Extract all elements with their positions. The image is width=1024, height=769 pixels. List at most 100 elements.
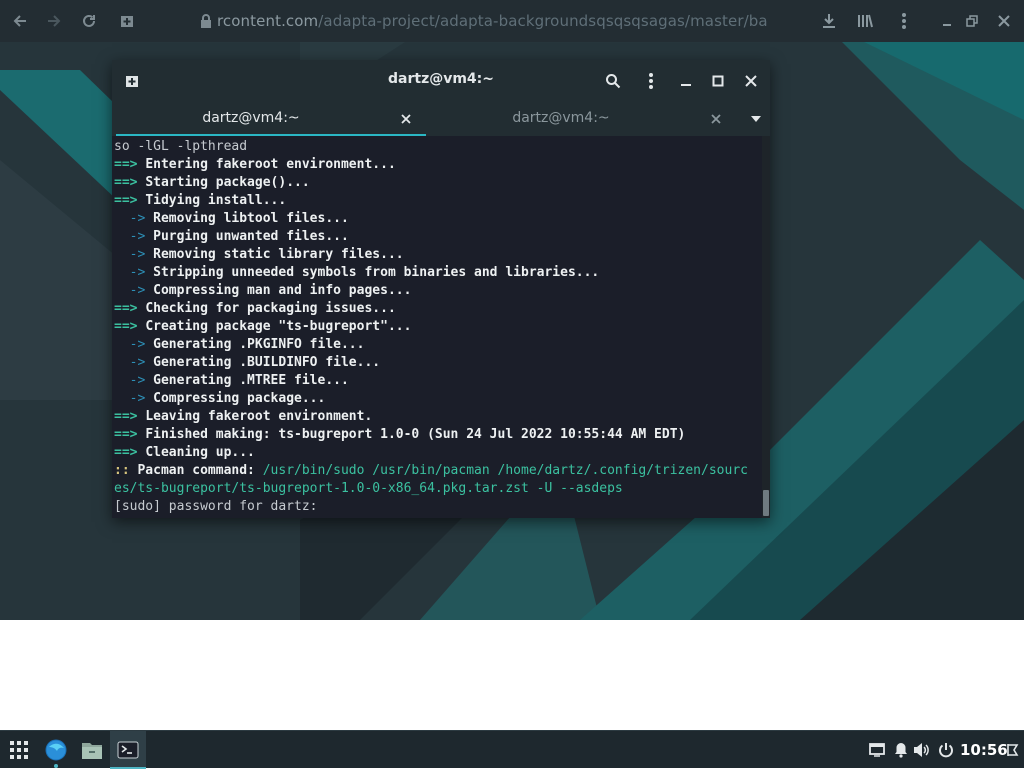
clock[interactable]: 10:56 [960, 741, 1008, 759]
terminal-titlebar[interactable]: dartz@vm4:~ [112, 60, 770, 102]
terminal-text-segment: Compressing package... [153, 391, 326, 406]
reload-icon[interactable] [77, 9, 101, 33]
tab-bar: dartz@vm4:~ dartz@vm4:~ [112, 102, 770, 136]
terminal-line: ==> Tidying install... [114, 192, 762, 210]
terminal-window: dartz@vm4:~ dartz@vm4:~ dartz@vm4:~ so -… [112, 60, 770, 518]
terminal-text-segment: -> [114, 265, 154, 280]
url-field[interactable]: rcontent.com/adapta-project/adapta-backg… [217, 12, 767, 30]
nav-back-icon[interactable] [8, 9, 32, 33]
files-icon[interactable] [76, 731, 108, 769]
terminal-text-segment: -> [114, 391, 154, 406]
terminal-line: ==> Checking for packaging issues... [114, 300, 762, 318]
search-icon[interactable] [601, 69, 625, 93]
terminal-text-segment: -> [114, 229, 154, 244]
terminal-text-segment: -> [114, 355, 154, 370]
scrollbar[interactable] [762, 136, 770, 518]
terminal-text-segment: Finished making: ts-bugreport 1.0-0 (Sun… [145, 427, 686, 442]
terminal-line: :: Pacman command: /usr/bin/sudo /usr/bi… [114, 462, 762, 480]
chevron-down-icon[interactable] [746, 111, 766, 127]
terminal-taskbar-button[interactable] [110, 731, 146, 769]
terminal-text-segment: Stripping unneeded symbols from binaries… [153, 265, 600, 280]
close-icon[interactable] [708, 111, 724, 127]
tab-label: dartz@vm4:~ [202, 110, 300, 126]
terminal-line: -> Compressing man and info pages... [114, 282, 762, 300]
kebab-menu-icon[interactable] [639, 69, 663, 93]
terminal-line: ==> Creating package "ts-bugreport"... [114, 318, 762, 336]
scrollbar-thumb[interactable] [763, 490, 769, 516]
terminal-text-segment: Generating .MTREE file... [153, 373, 349, 388]
terminal-text-segment: Purging unwanted files... [153, 229, 349, 244]
terminal-text-segment: -> [114, 337, 154, 352]
terminal-text-segment: :: [114, 463, 138, 478]
desktop-peek-icon[interactable] [1004, 741, 1022, 759]
terminal-text-segment: [sudo] password for dartz: [114, 499, 326, 514]
terminal-line: -> Stripping unneeded symbols from binar… [114, 264, 762, 282]
terminal-text-segment: Generating .PKGINFO file... [153, 337, 365, 352]
empty-desktop-area [0, 620, 1024, 730]
terminal-text-segment: ==> [114, 427, 146, 442]
terminal-text-segment: es/ts-bugreport/ts-bugreport-1.0-0-x86_6… [114, 481, 623, 496]
terminal-text-segment: so -lGL -lpthread [114, 139, 248, 154]
terminal-text-segment: -> [114, 283, 154, 298]
terminal-icon [117, 741, 139, 759]
terminal-text-segment: -> [114, 247, 154, 262]
url-host: rcontent.com [217, 12, 319, 30]
close-icon[interactable] [992, 9, 1016, 33]
terminal-line: so -lGL -lpthread [114, 138, 762, 156]
bell-icon[interactable] [892, 741, 910, 759]
running-indicator [54, 764, 58, 768]
terminal-text-segment: Generating .BUILDINFO file... [153, 355, 381, 370]
terminal-text-segment: ==> [114, 445, 146, 460]
terminal-text-segment: ==> [114, 319, 146, 334]
lock-icon [194, 9, 218, 33]
power-icon[interactable] [937, 741, 955, 759]
terminal-text-segment: ==> [114, 409, 146, 424]
close-icon[interactable] [398, 111, 414, 127]
terminal-text-segment: Cleaning up... [145, 445, 255, 460]
minimize-icon[interactable] [674, 69, 698, 93]
terminal-text-segment: Starting package()... [145, 175, 310, 190]
url-path: /adapta-project/adapta-backgroundsqsqsqs… [318, 12, 767, 30]
terminal-text-segment: Creating package "ts-bugreport"... [145, 319, 412, 334]
terminal-text-segment: ==> [114, 193, 146, 208]
nav-forward-icon[interactable] [42, 9, 66, 33]
close-icon[interactable] [739, 69, 763, 93]
minimize-icon[interactable] [935, 9, 959, 33]
terminal-line: ==> Starting package()... [114, 174, 762, 192]
terminal-text-segment: Removing static library files... [153, 247, 404, 262]
app-grid-icon[interactable] [4, 731, 34, 769]
terminal-text-segment: Checking for packaging issues... [145, 301, 396, 316]
terminal-line: -> Purging unwanted files... [114, 228, 762, 246]
kebab-menu-icon[interactable] [892, 9, 916, 33]
terminal-text-segment: -> [114, 211, 154, 226]
terminal-line: -> Generating .PKGINFO file... [114, 336, 762, 354]
terminal-line: es/ts-bugreport/ts-bugreport-1.0-0-x86_6… [114, 480, 762, 498]
tab-label: dartz@vm4:~ [512, 110, 610, 126]
terminal-text-segment: Entering fakeroot environment... [145, 157, 396, 172]
terminal-line: -> Generating .MTREE file... [114, 372, 762, 390]
download-icon[interactable] [817, 9, 841, 33]
terminal-text-segment: Compressing man and info pages... [153, 283, 412, 298]
terminal-text-segment: Removing libtool files... [153, 211, 349, 226]
terminal-line: ==> Leaving fakeroot environment. [114, 408, 762, 426]
library-icon[interactable] [853, 9, 877, 33]
display-icon[interactable] [868, 741, 886, 759]
terminal-output[interactable]: so -lGL -lpthread ==> Entering fakeroot e… [112, 136, 762, 518]
browser-toolbar: rcontent.com/adapta-project/adapta-backg… [0, 0, 1024, 42]
terminal-line: ==> Entering fakeroot environment... [114, 156, 762, 174]
terminal-text-segment: Leaving fakeroot environment. [145, 409, 373, 424]
terminal-line: -> Generating .BUILDINFO file... [114, 354, 762, 372]
tab-terminal-2[interactable]: dartz@vm4:~ [426, 102, 736, 136]
window-title: dartz@vm4:~ [388, 71, 494, 87]
terminal-text-segment: /usr/bin/sudo /usr/bin/pacman /home/dart… [262, 463, 748, 478]
browser-icon[interactable] [40, 731, 72, 769]
tab-terminal-1[interactable]: dartz@vm4:~ [116, 102, 426, 136]
new-tab-icon[interactable] [115, 9, 139, 33]
terminal-text-segment: ==> [114, 157, 146, 172]
volume-icon[interactable] [913, 741, 931, 759]
terminal-line: [sudo] password for dartz: [114, 498, 762, 516]
maximize-icon[interactable] [706, 69, 730, 93]
restore-icon[interactable] [960, 9, 984, 33]
taskbar: 10:56 [0, 730, 1024, 769]
terminal-line: ==> Cleaning up... [114, 444, 762, 462]
